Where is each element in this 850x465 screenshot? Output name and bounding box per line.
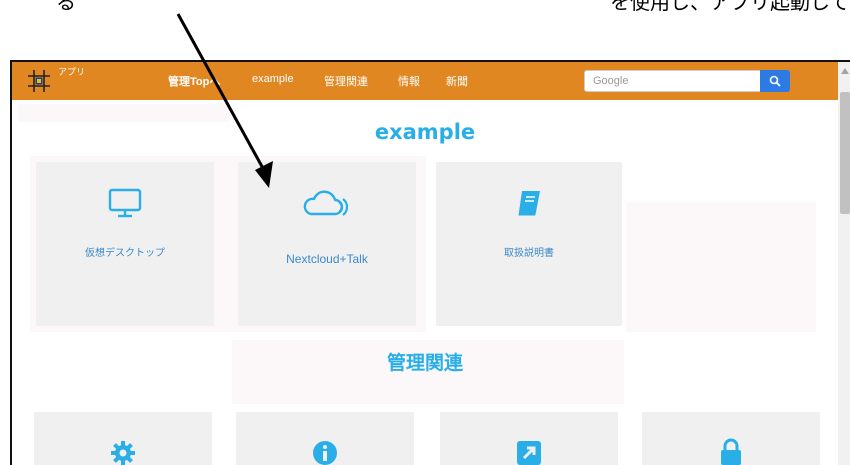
app-logo[interactable]: [22, 68, 56, 94]
card-lock[interactable]: [642, 412, 820, 465]
section-title-example: example: [374, 120, 476, 144]
external-link-icon: [517, 441, 541, 465]
monitor-icon: [108, 188, 142, 218]
nav-item-info[interactable]: 情報: [398, 73, 420, 89]
search-input[interactable]: [584, 70, 760, 92]
nav-item-admin-related[interactable]: 管理関連: [324, 73, 368, 89]
card-label: 取扱説明書: [504, 248, 554, 259]
book-icon: [518, 191, 540, 216]
card-virtual-desktop[interactable]: 仮想デスクトップ: [36, 162, 214, 326]
card-nextcloud-talk[interactable]: Nextcloud+Talk: [238, 162, 416, 326]
browser-viewport: アプリ 管理Topへ example 管理関連 情報 新聞 example: [10, 60, 850, 465]
card-settings[interactable]: [34, 412, 212, 465]
cloud-wifi-icon: [303, 190, 349, 216]
search-icon: [769, 75, 781, 87]
caption-text-left: る: [56, 0, 76, 14]
nav-item-news[interactable]: 新聞: [446, 73, 468, 89]
card-information[interactable]: [236, 412, 414, 465]
card-manual[interactable]: 取扱説明書: [436, 162, 622, 326]
app-name: アプリ: [58, 67, 86, 77]
grid-logo-icon: [28, 70, 50, 92]
main-content: example 仮想デスクトップ Nextcloud+Talk 取扱説明書 管理…: [12, 100, 838, 465]
lock-icon: [721, 438, 741, 465]
scrollbar-thumb[interactable]: [840, 92, 850, 214]
caption-text-right: を使用し、アプリ起動して: [610, 0, 850, 14]
navbar: アプリ 管理Topへ example 管理関連 情報 新聞: [12, 62, 838, 100]
scroll-up-arrow-icon[interactable]: [841, 68, 849, 74]
card-external-link[interactable]: [440, 412, 618, 465]
info-icon: [313, 441, 337, 465]
section-bg-example-right: [626, 202, 816, 332]
search-button[interactable]: [760, 70, 790, 92]
gear-icon: [111, 441, 135, 465]
card-label: 仮想デスクトップ: [85, 248, 165, 259]
nav-item-admin-top[interactable]: 管理Topへ: [168, 73, 220, 89]
section-title-admin: 管理関連: [386, 352, 463, 374]
top-caption: る を使用し、アプリ起動して: [0, 0, 850, 22]
nav-item-example[interactable]: example: [252, 73, 294, 85]
card-label: Nextcloud+Talk: [286, 252, 368, 266]
